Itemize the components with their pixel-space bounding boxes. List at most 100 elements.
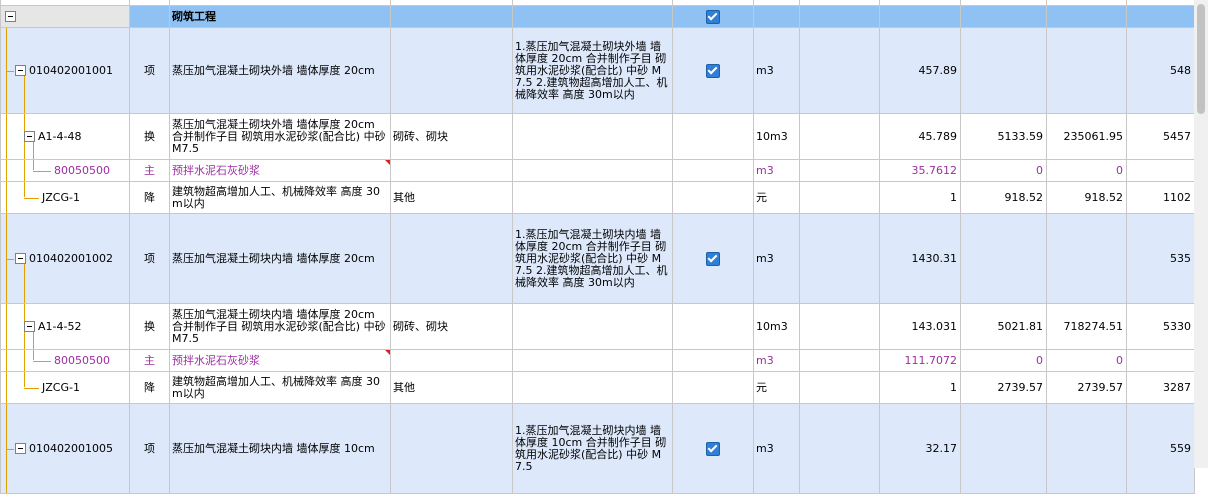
minus-box-icon[interactable] [24,131,35,142]
table-row[interactable]: A1-4-52 换 蒸压加气混凝土砌块内墙 墙体厚度 20cm 合并制作子目 砌… [0,303,1195,350]
row-unit-price: 2739.57 [960,371,1047,404]
row-code: 80050500 [54,163,110,177]
row-code: JZCG-1 [42,190,80,204]
minus-box-icon[interactable] [24,321,35,332]
row-unit-price [960,403,1047,494]
row-name[interactable]: 蒸压加气混凝土砌块外墙 墙体厚度 20cm [169,27,391,114]
code-cell[interactable]: JZCG-1 [0,181,130,214]
row-unit: 10m3 [753,113,800,160]
row-name[interactable]: 蒸压加气混凝土砌块内墙 墙体厚度 20cm 合并制作子目 砌筑用水泥砂浆(配合比… [169,303,391,350]
code-cell[interactable]: 80050500 [0,349,130,372]
code-cell[interactable]: A1-4-52 [0,303,130,350]
row-type: 降 [129,371,170,404]
row-name[interactable]: 蒸压加气混凝土砌块内墙 墙体厚度 20cm [169,213,391,304]
row-quantity[interactable]: 32.17 [879,403,961,494]
scrollbar-thumb[interactable] [1197,4,1205,114]
row-description[interactable] [512,371,673,404]
row-name[interactable]: 预拌水泥石灰砂浆 [169,159,391,182]
table-row[interactable]: 80050500 主 预拌水泥石灰砂浆 m3 35.7612 0 0 [0,159,1195,182]
row-name[interactable]: 蒸压加气混凝土砌块外墙 墙体厚度 20cm 合并制作子目 砌筑用水泥砂浆(配合比… [169,113,391,160]
row-unit-price: 0 [960,349,1047,372]
checkbox-checked-icon[interactable] [706,9,720,24]
row-quantity[interactable]: 45.789 [879,113,961,160]
row-spec[interactable] [390,159,513,182]
row-type: 换 [129,303,170,350]
table-row[interactable]: 010402001005 项 蒸压加气混凝土砌块内墙 墙体厚度 10cm 1.蒸… [0,403,1195,494]
row-description[interactable]: 1.蒸压加气混凝土砌块外墙 墙体厚度 20cm 合并制作子目 砌筑用水泥砂浆(配… [512,27,673,114]
row-unit: 10m3 [753,303,800,350]
minus-box-icon[interactable] [5,11,16,22]
row-quantity[interactable]: 1 [879,181,961,214]
section-row[interactable]: 砌筑工程 [0,5,1195,28]
code-cell[interactable]: 010402001002 [0,213,130,304]
row-unit: m3 [753,213,800,304]
row-description[interactable] [512,159,673,182]
section-code-cell[interactable] [0,5,130,28]
code-cell[interactable]: JZCG-1 [0,371,130,404]
row-quantity[interactable]: 111.7072 [879,349,961,372]
row-spec[interactable] [390,403,513,494]
row-quantity[interactable]: 143.031 [879,303,961,350]
row-last-value: 535 [1126,213,1195,304]
row-unit: m3 [753,159,800,182]
checkbox-checked-icon[interactable] [706,251,720,266]
row-checkbox-cell[interactable] [672,403,754,494]
row-quantity[interactable]: 1 [879,371,961,404]
row-description[interactable] [512,349,673,372]
row-spec[interactable]: 砌砖、砌块 [390,303,513,350]
row-description[interactable]: 1.蒸压加气混凝土砌块内墙 墙体厚度 10cm 合并制作子目 砌筑用水泥砂浆(配… [512,403,673,494]
row-spec[interactable]: 其他 [390,371,513,404]
table-row[interactable]: 010402001001 项 蒸压加气混凝土砌块外墙 墙体厚度 20cm 1.蒸… [0,27,1195,114]
row-quantity[interactable]: 1430.31 [879,213,961,304]
row-quantity[interactable]: 35.7612 [879,159,961,182]
row-description[interactable] [512,303,673,350]
row-type: 项 [129,27,170,114]
row-unit: m3 [753,27,800,114]
row-type: 主 [129,159,170,182]
red-corner-flag-icon [385,160,390,165]
row-total: 0 [1046,349,1127,372]
row-total: 0 [1046,159,1127,182]
row-name[interactable]: 预拌水泥石灰砂浆 [169,349,391,372]
section-checkbox-cell[interactable] [672,5,754,28]
code-cell[interactable]: A1-4-48 [0,113,130,160]
checkbox-checked-icon[interactable] [706,63,720,78]
row-unit: m3 [753,349,800,372]
row-code: 010402001001 [29,63,113,77]
row-description[interactable] [512,181,673,214]
row-description[interactable] [512,113,673,160]
row-name[interactable]: 建筑物超高增加人工、机械降效率 高度 30m以内 [169,371,391,404]
vertical-scrollbar[interactable] [1194,0,1208,468]
row-description[interactable]: 1.蒸压加气混凝土砌块内墙 墙体厚度 20cm 合并制作子目 砌筑用水泥砂浆(配… [512,213,673,304]
table-row[interactable]: JZCG-1 降 建筑物超高增加人工、机械降效率 高度 30m以内 其他 元 1… [0,181,1195,214]
row-unit: 元 [753,181,800,214]
minus-box-icon[interactable] [15,443,26,454]
row-type: 项 [129,213,170,304]
row-code: A1-4-52 [38,319,82,333]
row-spec[interactable] [390,349,513,372]
row-type: 降 [129,181,170,214]
row-name[interactable]: 蒸压加气混凝土砌块内墙 墙体厚度 10cm [169,403,391,494]
row-total: 235061.95 [1046,113,1127,160]
code-cell[interactable]: 010402001001 [0,27,130,114]
table-row[interactable]: 010402001002 项 蒸压加气混凝土砌块内墙 墙体厚度 20cm 1.蒸… [0,213,1195,304]
code-cell[interactable]: 010402001005 [0,403,130,494]
code-cell[interactable]: 80050500 [0,159,130,182]
row-spec[interactable]: 其他 [390,181,513,214]
minus-box-icon[interactable] [15,253,26,264]
row-checkbox-cell[interactable] [672,27,754,114]
row-unit: m3 [753,403,800,494]
row-spec[interactable] [390,213,513,304]
row-spec[interactable] [390,27,513,114]
row-last-value: 5330 [1126,303,1195,350]
checkbox-checked-icon[interactable] [706,441,720,456]
table-row[interactable]: A1-4-48 换 蒸压加气混凝土砌块外墙 墙体厚度 20cm 合并制作子目 砌… [0,113,1195,160]
table-row[interactable]: JZCG-1 降 建筑物超高增加人工、机械降效率 高度 30m以内 其他 元 1… [0,371,1195,404]
table-row[interactable]: 80050500 主 预拌水泥石灰砂浆 m3 111.7072 0 0 [0,349,1195,372]
row-spec[interactable]: 砌砖、砌块 [390,113,513,160]
row-checkbox-cell[interactable] [672,213,754,304]
row-name[interactable]: 建筑物超高增加人工、机械降效率 高度 30m以内 [169,181,391,214]
row-code: 010402001002 [29,251,113,265]
minus-box-icon[interactable] [15,65,26,76]
row-quantity[interactable]: 457.89 [879,27,961,114]
